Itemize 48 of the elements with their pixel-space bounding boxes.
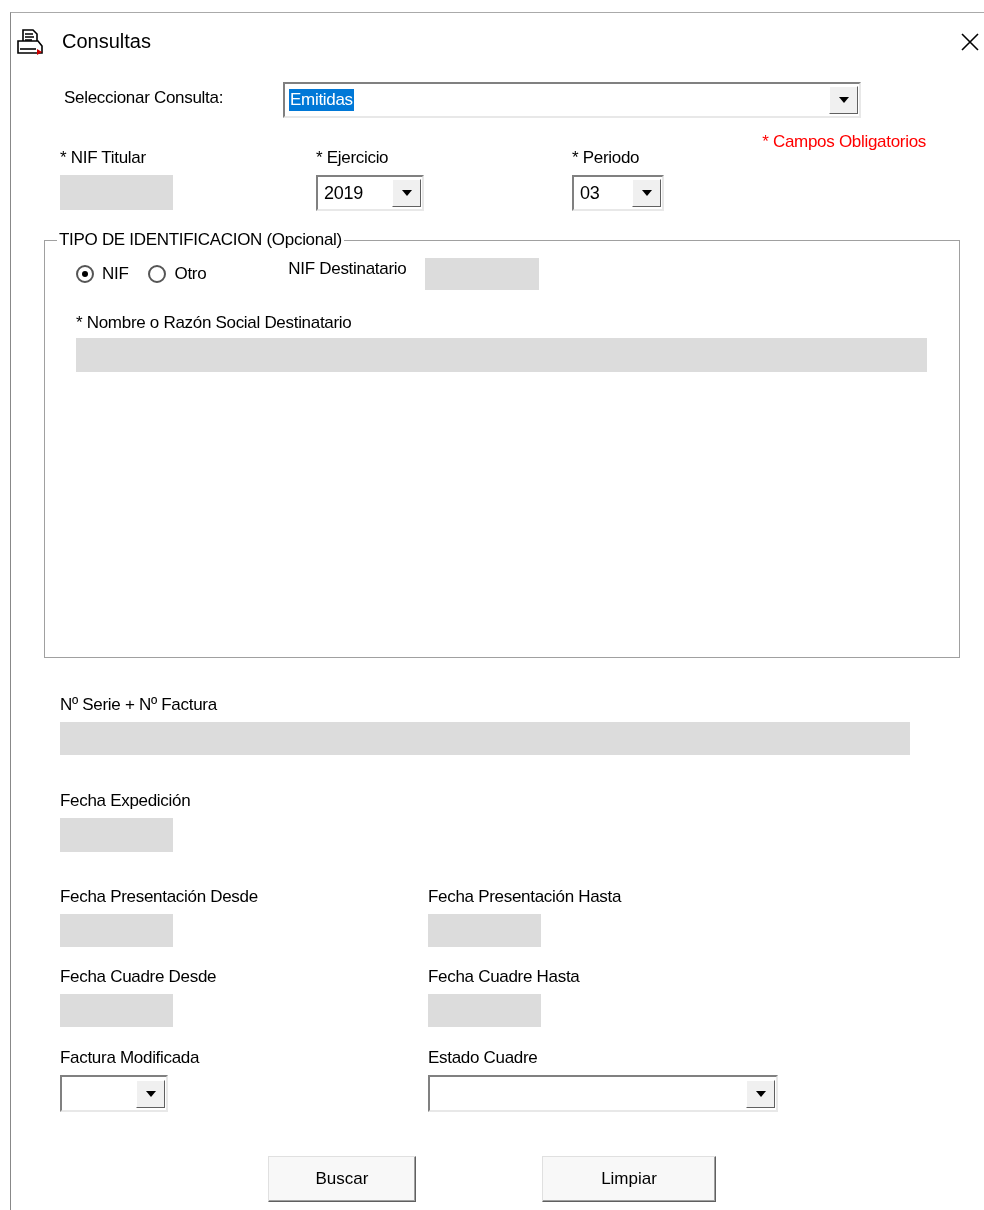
input-field[interactable] <box>425 258 540 290</box>
caret-icon <box>755 1090 766 1097</box>
year-dropdown[interactable]: 2019 <box>316 175 424 211</box>
required-note: * Campos Obligatorios <box>762 131 926 153</box>
caret-icon <box>401 190 412 196</box>
query-dropdown[interactable]: Emitidas <box>283 82 861 118</box>
dropdown-arrow-button[interactable] <box>746 1079 775 1108</box>
field-label: Fecha Presentación Hasta <box>428 886 623 908</box>
field-label: * Nombre o Razón Social Destinatario <box>76 312 353 334</box>
input-field[interactable] <box>60 914 173 947</box>
radio-circle[interactable] <box>148 265 167 283</box>
radio-circle[interactable] <box>76 265 94 283</box>
input-field[interactable] <box>60 722 910 755</box>
window-title: Consultas <box>62 30 151 53</box>
printer-icon <box>15 26 45 57</box>
dropdown-arrow-button[interactable] <box>136 1079 165 1108</box>
input-field[interactable] <box>428 914 541 947</box>
dropdown-arrow-button[interactable] <box>829 86 858 114</box>
clear-button[interactable]: Limpiar <box>542 1156 716 1202</box>
dropdown[interactable] <box>60 1075 168 1112</box>
period-dropdown[interactable]: 03 <box>572 175 664 211</box>
field-label: Fecha Cuadre Desde <box>60 966 218 988</box>
input-field[interactable] <box>60 175 173 210</box>
radio-option[interactable]: Otro <box>148 264 207 284</box>
field-label: * Ejercicio <box>316 147 390 169</box>
field-label: Seleccionar Consulta: <box>64 87 225 109</box>
close-icon[interactable] <box>960 31 980 52</box>
dropdown-arrow-button[interactable] <box>392 179 421 207</box>
field-label: Estado Cuadre <box>428 1047 539 1069</box>
radio-option[interactable]: NIF <box>76 264 129 284</box>
caret-icon <box>145 1090 156 1097</box>
field-label: Fecha Cuadre Hasta <box>428 966 581 988</box>
search-button[interactable]: Buscar <box>268 1156 416 1202</box>
input-field[interactable] <box>76 338 927 372</box>
field-label: Fecha Expedición <box>60 790 192 812</box>
dropdown[interactable] <box>428 1075 778 1112</box>
field-label: Fecha Presentación Desde <box>60 886 259 908</box>
caret-icon <box>641 190 652 196</box>
input-field[interactable] <box>428 994 541 1027</box>
caret-icon <box>838 97 849 103</box>
field-label: * Periodo <box>572 147 641 169</box>
field-label: Nº Serie + Nº Factura <box>60 694 219 716</box>
field-label: NIF Destinatario <box>288 258 407 280</box>
field-label: Factura Modificada <box>60 1047 201 1069</box>
dropdown-arrow-button[interactable] <box>632 179 661 207</box>
input-field[interactable] <box>60 994 173 1027</box>
input-field[interactable] <box>60 818 173 852</box>
field-label: * NIF Titular <box>60 147 147 169</box>
